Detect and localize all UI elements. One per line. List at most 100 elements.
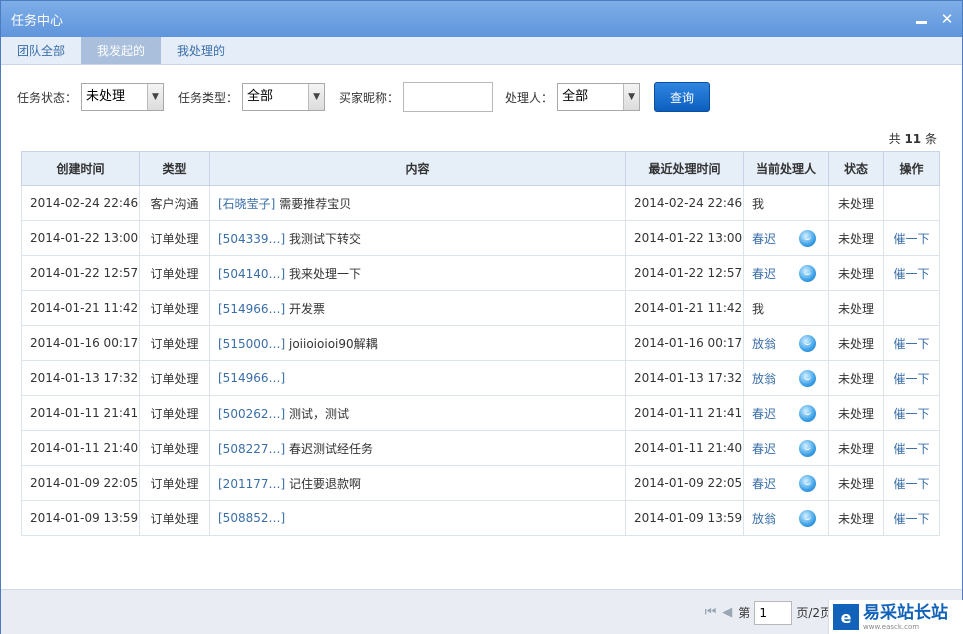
cell-content: [508227…] 春迟测试经任务 <box>209 430 626 466</box>
cell-content: [201177…] 记住要退款啊 <box>209 465 626 501</box>
cell-last-processed: 2014-02-24 22:46 <box>625 185 744 221</box>
urge-link[interactable]: 催一下 <box>893 267 929 281</box>
urge-link[interactable]: 催一下 <box>893 512 929 526</box>
window-title: 任务中心 <box>11 13 64 29</box>
chat-icon[interactable] <box>799 229 816 247</box>
table-row: 2014-01-09 13:59 订单处理 [508852…] 2014-01-09… <box>21 500 940 536</box>
content-ref-link[interactable]: [500262…] <box>218 407 285 421</box>
brand-logo-icon: e <box>833 604 859 630</box>
urge-link[interactable]: 催一下 <box>893 442 929 456</box>
brand-url: www.easck.com <box>863 623 920 631</box>
cell-content: [515000…] joiioioioi90解耦 <box>209 325 626 361</box>
content-text: 春迟测试经任务 <box>289 441 374 456</box>
header-current-handler: 当前处理人 <box>743 151 829 186</box>
task-table: 创建时间 类型 内容 最近处理时间 当前处理人 状态 操作 2014-02-24… <box>21 151 940 536</box>
chat-icon[interactable] <box>799 474 816 492</box>
prev-page-icon[interactable]: ◀ <box>722 605 732 620</box>
first-page-icon[interactable]: ⏮ <box>705 605 717 620</box>
page-number-input[interactable] <box>754 600 793 625</box>
chat-icon[interactable] <box>799 439 816 457</box>
close-button[interactable]: ✕ <box>936 8 958 30</box>
cell-content: [514966…] 开发票 <box>209 290 626 326</box>
cell-type: 订单处理 <box>139 325 210 361</box>
cell-last-processed: 2014-01-22 13:00 <box>625 220 744 256</box>
content-text: 我来处理一下 <box>289 266 362 281</box>
header-type: 类型 <box>139 151 210 186</box>
content-ref-link[interactable]: [石晓莹子] <box>218 197 275 211</box>
page-prefix: 第 <box>738 606 751 620</box>
cell-type: 订单处理 <box>139 465 210 501</box>
cell-type: 订单处理 <box>139 290 210 326</box>
query-button[interactable]: 查询 <box>654 82 711 112</box>
chevron-down-icon: ▼ <box>308 84 325 110</box>
tab-bar: 团队全部 我发起的 我处理的 <box>1 37 962 65</box>
content-ref-link[interactable]: [201177…] <box>218 477 285 491</box>
header-created-time: 创建时间 <box>21 151 140 186</box>
cell-content: [石晓莹子] 需要推荐宝贝 <box>209 185 626 221</box>
cell-action: 催一下 <box>883 500 940 536</box>
cell-handler: 放翁 <box>743 325 829 361</box>
minimize-icon <box>915 20 927 24</box>
content-ref-link[interactable]: [515000…] <box>218 337 285 351</box>
chat-icon[interactable] <box>799 404 816 422</box>
task-center-window: 任务中心 ✕ 团队全部 我发起的 我处理的 任务状态： 未处理 ▼ 任务类型： … <box>0 0 963 634</box>
handler-name[interactable]: 春迟 <box>752 265 776 282</box>
cell-handler: 春迟 <box>743 430 829 466</box>
urge-link[interactable]: 催一下 <box>893 372 929 386</box>
content-ref-link[interactable]: [504339…] <box>218 232 285 246</box>
cell-action: 催一下 <box>883 325 940 361</box>
cell-last-processed: 2014-01-11 21:41 <box>625 395 744 431</box>
urge-link[interactable]: 催一下 <box>893 232 929 246</box>
tab-handled-by-me[interactable]: 我处理的 <box>161 37 241 64</box>
watermark-logo: e 易采站长站 www.easck.com <box>828 600 963 634</box>
table-row: 2014-01-22 12:57 订单处理 [504140…] 我来处理一下 2014… <box>21 255 940 291</box>
tab-team-all[interactable]: 团队全部 <box>1 37 81 64</box>
handler-name[interactable]: 放翁 <box>752 370 776 387</box>
status-select[interactable]: 未处理 ▼ <box>81 83 165 111</box>
tab-initiated-by-me[interactable]: 我发起的 <box>81 37 162 64</box>
chat-icon[interactable] <box>799 369 816 387</box>
type-select[interactable]: 全部 ▼ <box>242 83 326 111</box>
content-ref-link[interactable]: [508852…] <box>218 511 285 525</box>
cell-type: 订单处理 <box>139 220 210 256</box>
content-ref-link[interactable]: [514966…] <box>218 302 285 316</box>
cell-created-time: 2014-02-24 22:46 <box>21 185 140 221</box>
content-ref-link[interactable]: [508227…] <box>218 442 285 456</box>
chat-icon[interactable] <box>799 509 816 527</box>
header-last-processed: 最近处理时间 <box>625 151 744 186</box>
cell-handler: 我 <box>743 185 829 221</box>
handler-filter-label: 处理人： <box>505 90 554 105</box>
cell-status: 未处理 <box>828 500 884 536</box>
cell-action: 催一下 <box>883 255 940 291</box>
urge-link[interactable]: 催一下 <box>893 407 929 421</box>
handler-name[interactable]: 春迟 <box>752 475 776 492</box>
handler-name[interactable]: 春迟 <box>752 230 776 247</box>
handler-name[interactable]: 放翁 <box>752 510 776 527</box>
handler-name[interactable]: 春迟 <box>752 440 776 457</box>
cell-handler: 放翁 <box>743 360 829 396</box>
urge-link[interactable]: 催一下 <box>893 477 929 491</box>
cell-handler: 春迟 <box>743 255 829 291</box>
content-ref-link[interactable]: [514966…] <box>218 371 285 385</box>
cell-action <box>883 290 940 326</box>
handler-select[interactable]: 全部 ▼ <box>557 83 641 111</box>
cell-last-processed: 2014-01-21 11:42 <box>625 290 744 326</box>
cell-status: 未处理 <box>828 395 884 431</box>
handler-name[interactable]: 放翁 <box>752 335 776 352</box>
urge-link[interactable]: 催一下 <box>893 337 929 351</box>
cell-last-processed: 2014-01-09 22:05 <box>625 465 744 501</box>
header-content: 内容 <box>209 151 626 186</box>
minimize-button[interactable] <box>910 8 932 30</box>
cell-content: [504339…] 我测试下转交 <box>209 220 626 256</box>
chevron-down-icon: ▼ <box>147 84 164 110</box>
cell-status: 未处理 <box>828 220 884 256</box>
handler-name[interactable]: 春迟 <box>752 405 776 422</box>
chat-icon[interactable] <box>799 264 816 282</box>
cell-status: 未处理 <box>828 430 884 466</box>
cell-last-processed: 2014-01-11 21:40 <box>625 430 744 466</box>
brand-name: 易采站长站 <box>863 603 948 623</box>
nickname-input[interactable] <box>403 82 494 112</box>
filter-bar: 任务状态： 未处理 ▼ 任务类型： 全部 ▼ 买家昵称： 处理人： 全部 ▼ 查… <box>1 65 962 129</box>
content-ref-link[interactable]: [504140…] <box>218 267 285 281</box>
chat-icon[interactable] <box>799 334 816 352</box>
